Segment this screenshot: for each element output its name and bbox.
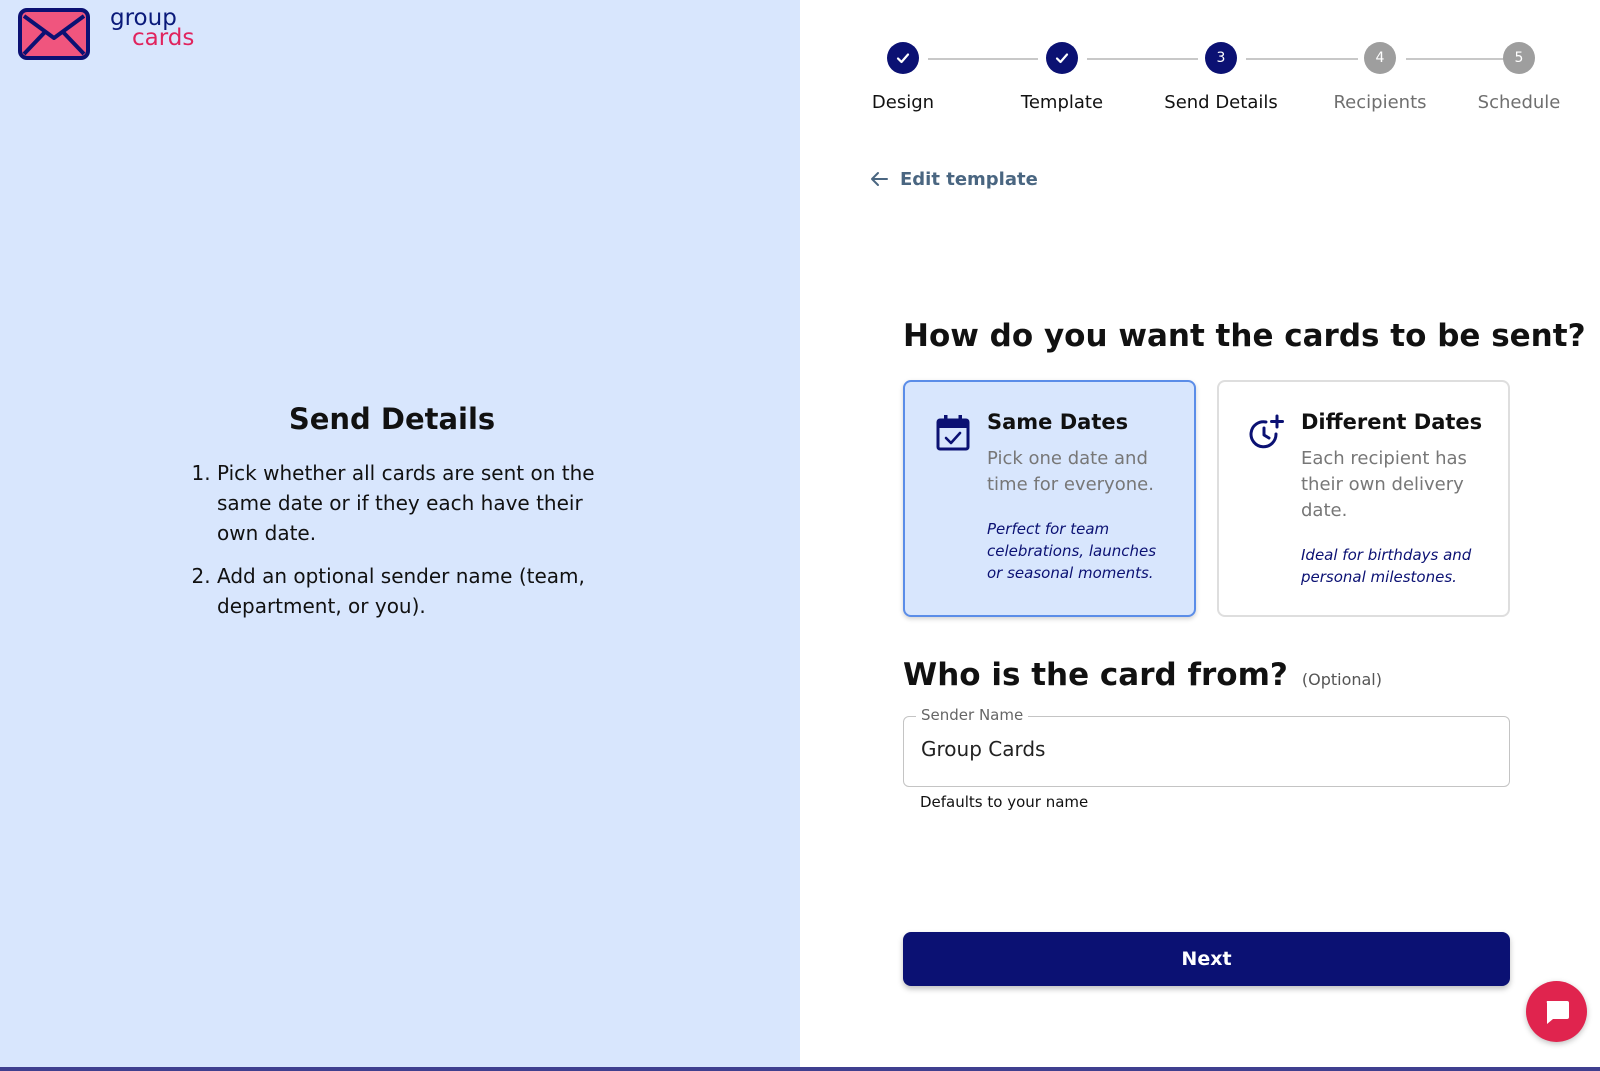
step-complete-badge (887, 42, 919, 74)
option-title: Same Dates (987, 410, 1129, 434)
step-label: Schedule (1477, 92, 1561, 113)
instructions: Send Details Pick whether all cards are … (195, 402, 615, 634)
step-label: Design (871, 92, 935, 113)
clock-plus-icon (1249, 414, 1284, 449)
step-recipients[interactable]: 4 Recipients (1305, 40, 1455, 113)
sender-name-input[interactable] (921, 737, 1481, 761)
option-note: Perfect for team celebrations, launches … (987, 520, 1157, 582)
calendar-check-icon (936, 415, 970, 451)
delivery-question: How do you want the cards to be sent? (903, 318, 1586, 354)
envelope-logo-icon (18, 8, 90, 60)
sender-name-field[interactable]: Sender Name (903, 706, 1510, 787)
step-number-badge: 4 (1364, 42, 1396, 74)
sender-helper-text: Defaults to your name (920, 793, 1089, 811)
left-panel: group cards Send Details Pick whether al… (0, 0, 800, 1067)
option-note: Ideal for birthdays and personal milesto… (1301, 546, 1472, 586)
instructions-title: Send Details (288, 402, 496, 436)
sender-name-label: Sender Name (916, 706, 1029, 724)
step-template[interactable]: Template (987, 40, 1137, 113)
arrow-left-icon (871, 172, 888, 186)
chat-button[interactable] (1526, 981, 1587, 1042)
next-button[interactable]: Next (903, 932, 1510, 986)
sender-question: Who is the card from? (Optional) (903, 657, 1382, 693)
edit-template-link[interactable]: Edit template (868, 168, 1038, 190)
step-schedule[interactable]: 5 Schedule (1444, 40, 1594, 113)
sender-question-title: Who is the card from? (903, 657, 1288, 693)
optional-tag: (Optional) (1301, 670, 1382, 689)
step-design[interactable]: Design (828, 40, 978, 113)
step-send-details[interactable]: 3 Send Details (1146, 40, 1296, 113)
step-label: Recipients (1333, 92, 1427, 113)
checkmark-icon (896, 53, 910, 64)
option-title: Different Dates (1301, 410, 1483, 434)
progress-stepper: Design Template 3 Send Details 4 Recipie… (820, 40, 1600, 130)
logo-text-cards: cards (132, 25, 195, 51)
bottom-bar (0, 1067, 1600, 1071)
step-label: Send Details (1164, 92, 1278, 113)
step-number-badge: 3 (1205, 42, 1237, 74)
option-description: Pick one date and time for everyone. (987, 448, 1154, 495)
instructions-list: Pick whether all cards are sent on the s… (195, 458, 615, 621)
checkmark-icon (1055, 53, 1069, 64)
instruction-item: Add an optional sender name (team, depar… (217, 561, 615, 621)
different-dates-option[interactable]: Different Dates Each recipient has their… (1217, 380, 1510, 617)
option-description: Each recipient has their own delivery da… (1301, 448, 1467, 521)
step-label: Template (1020, 92, 1104, 113)
same-dates-option[interactable]: Same Dates Pick one date and time for ev… (903, 380, 1196, 617)
step-number-badge: 5 (1503, 42, 1535, 74)
step-complete-badge (1046, 42, 1078, 74)
instruction-item: Pick whether all cards are sent on the s… (217, 458, 615, 548)
edit-template-label: Edit template (900, 168, 1038, 190)
logo[interactable]: group cards (18, 7, 195, 60)
chat-bubble-icon (1546, 1000, 1569, 1024)
logo-wordmark: group cards (110, 7, 195, 51)
